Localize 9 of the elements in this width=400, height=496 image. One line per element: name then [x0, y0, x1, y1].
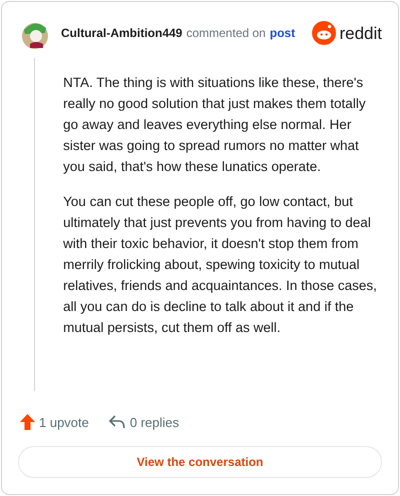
comment-paragraph: NTA. The thing is with situations like these, there's really no good solution that just makes them totally go away and leaves everything else normal. Her sister was going to spread rumors no matter what you said, that's how these lunatics operate. — [63, 74, 367, 176]
username[interactable]: Cultural-Ambition449 — [61, 24, 182, 42]
brand-wordmark: reddit — [339, 24, 382, 42]
comment-action-text: commented on — [186, 25, 266, 42]
comment-paragraph: You can cut these people off, go low contact, but ultimately that just prevents you from having to deal with their toxic behavior, it doesn't stop them from merrily frolicking about, spewing toxicity to mutual relatives, friends and acquaintances. In those cases, all you can do is decline to talk about it and if the mutual persists, cut them off as well. — [63, 193, 378, 337]
post-link[interactable]: post — [270, 24, 296, 42]
view-conversation-button[interactable]: View the conversation — [18, 446, 382, 478]
upvote-count: 1 upvote — [39, 414, 89, 432]
reply-count: 0 replies — [130, 414, 180, 432]
